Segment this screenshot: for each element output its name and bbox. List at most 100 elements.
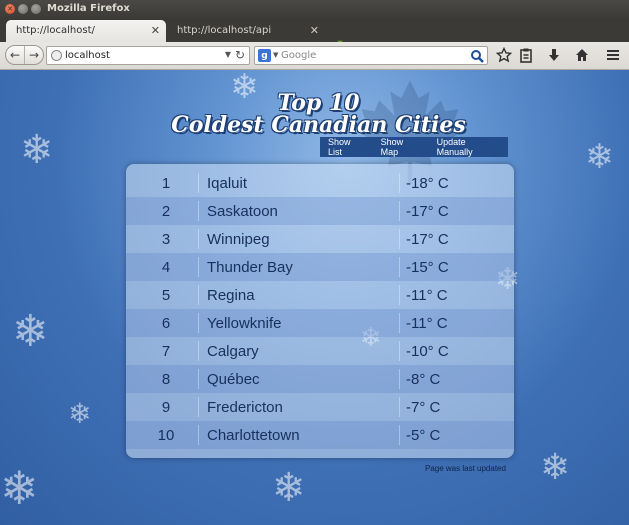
url-text: localhost [65, 50, 110, 61]
city-cell: Calgary [207, 343, 259, 360]
column-divider [399, 285, 400, 305]
rank-cell: 2 [161, 203, 171, 220]
rank-cell: 3 [161, 231, 171, 248]
column-divider [399, 369, 400, 389]
column-divider [399, 201, 400, 221]
column-divider [399, 341, 400, 361]
temperature-cell: -15° C [406, 259, 449, 276]
rank-cell: 1 [161, 175, 171, 192]
table-row: 5 Regina -11° C [126, 281, 514, 309]
temperature-cell: -17° C [406, 203, 449, 220]
search-icon[interactable] [470, 49, 484, 63]
close-tab-icon[interactable]: ✕ [310, 24, 319, 37]
temperature-cell: -18° C [406, 175, 449, 192]
rank-cell: 6 [161, 315, 171, 332]
rank-cell: 9 [161, 399, 171, 416]
search-bar[interactable]: g ▼ Google [254, 46, 488, 65]
table-row: 1 Iqaluit -18° C [126, 169, 514, 197]
tab-localhost[interactable]: http://localhost/ ✕ [6, 20, 166, 42]
temperature-cell: -7° C [406, 399, 441, 416]
tab-label: http://localhost/api [177, 25, 272, 36]
page-title-line2: Coldest Canadian Cities [171, 112, 466, 138]
snowflake-icon: ❄ [68, 397, 92, 430]
column-divider [399, 397, 400, 417]
reload-icon[interactable]: ↻ [235, 48, 245, 62]
window-title: Mozilla Firefox [47, 3, 130, 14]
bookmarks-clipboard-icon[interactable] [518, 47, 534, 63]
tab-localhost-api[interactable]: http://localhost/api ✕ [167, 20, 325, 42]
tab-strip: http://localhost/ ✕ http://localhost/api… [0, 19, 629, 54]
city-cell: Winnipeg [207, 231, 270, 248]
snowflake-icon: ❄ [12, 306, 49, 357]
column-divider [399, 229, 400, 249]
city-cell: Charlottetown [207, 427, 300, 444]
engine-dropdown-icon[interactable]: ▼ [273, 51, 278, 59]
column-divider [399, 425, 400, 445]
column-divider [198, 369, 199, 389]
google-engine-icon[interactable]: g [258, 49, 271, 62]
column-divider [399, 313, 400, 333]
temperature-cell: -10° C [406, 343, 449, 360]
show-list-button[interactable]: Show List [320, 137, 373, 157]
rank-cell: 10 [157, 427, 175, 444]
tab-label: http://localhost/ [16, 25, 95, 36]
table-row: 8 Québec -8° C [126, 365, 514, 393]
cities-table: 1 Iqaluit -18° C 2 Saskatoon -17° C 3 Wi… [126, 164, 514, 458]
column-divider [198, 229, 199, 249]
rank-cell: 5 [161, 287, 171, 304]
maximize-window-button[interactable] [31, 4, 41, 14]
table-row: 10 Charlottetown -5° C [126, 421, 514, 449]
column-divider [198, 257, 199, 277]
column-divider [198, 201, 199, 221]
city-cell: Saskatoon [207, 203, 278, 220]
window-controls: ✕ [5, 4, 41, 14]
column-divider [399, 173, 400, 193]
temperature-cell: -11° C [406, 287, 448, 304]
column-divider [198, 397, 199, 417]
table-row: 6 Yellowknife -11° C [126, 309, 514, 337]
minimize-window-button[interactable] [18, 4, 28, 14]
url-dropdown-icon[interactable]: ▼ [225, 50, 231, 59]
show-map-button[interactable]: Show Map [373, 137, 429, 157]
city-cell: Iqaluit [207, 175, 248, 192]
snowflake-icon: ❄ [0, 461, 39, 515]
home-icon[interactable] [574, 47, 590, 63]
url-bar[interactable]: localhost ▼ ↻ [46, 46, 250, 65]
column-divider [198, 341, 199, 361]
rank-cell: 4 [161, 259, 171, 276]
city-cell: Regina [207, 287, 255, 304]
download-arrow-icon[interactable] [546, 47, 562, 63]
search-placeholder: Google [281, 50, 317, 61]
last-updated-text: Page was last updated [425, 464, 506, 473]
snowflake-icon: ❄ [540, 447, 571, 488]
temperature-cell: -17° C [406, 231, 449, 248]
temperature-cell: -8° C [406, 371, 441, 388]
table-row: 7 Calgary -10° C [126, 337, 514, 365]
rank-cell: 8 [161, 371, 171, 388]
page-content: ❄ ❄ ❄ ❄ ❄ ❄ ❄ ❄ ❄ ❄ Top 10 Coldest Canad… [0, 70, 629, 525]
update-manually-button[interactable]: Update Manually [429, 137, 508, 157]
column-divider [198, 285, 199, 305]
temperature-cell: -5° C [406, 427, 441, 444]
close-window-button[interactable]: ✕ [5, 4, 15, 14]
rank-cell: 7 [161, 343, 171, 360]
forward-arrow-icon[interactable]: → [25, 46, 43, 64]
close-tab-icon[interactable]: ✕ [151, 24, 160, 37]
city-cell: Thunder Bay [207, 259, 293, 276]
menu-hamburger-icon[interactable] [605, 47, 621, 63]
column-divider [198, 425, 199, 445]
city-cell: Québec [207, 371, 260, 388]
back-arrow-icon[interactable]: ← [6, 46, 25, 64]
window-titlebar: ✕ Mozilla Firefox [0, 0, 629, 19]
back-forward-buttons: ← → [5, 45, 44, 65]
bookmark-star-icon[interactable] [496, 47, 512, 63]
table-row: 2 Saskatoon -17° C [126, 197, 514, 225]
action-bar: Show List Show Map Update Manually [320, 137, 508, 157]
table-row: 4 Thunder Bay -15° C [126, 253, 514, 281]
city-cell: Yellowknife [207, 315, 282, 332]
navigation-toolbar: ← → localhost ▼ ↻ g ▼ Google [0, 42, 629, 70]
column-divider [198, 313, 199, 333]
table-row: 9 Fredericton -7° C [126, 393, 514, 421]
snowflake-icon: ❄ [272, 465, 306, 511]
column-divider [198, 173, 199, 193]
